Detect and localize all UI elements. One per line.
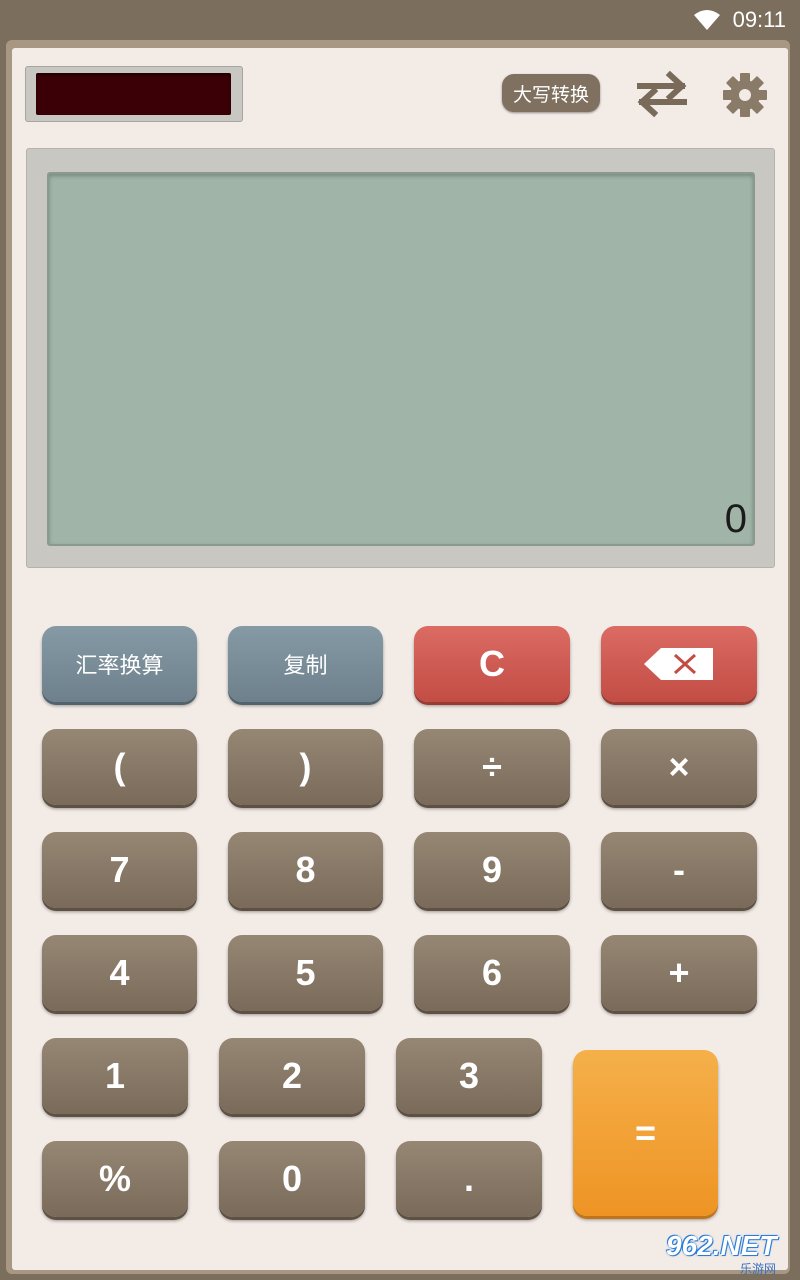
copy-button[interactable]: 复制 xyxy=(228,626,383,702)
currency-convert-button[interactable]: 汇率换算 xyxy=(42,626,197,702)
two-button[interactable]: 2 xyxy=(219,1038,365,1114)
equals-button[interactable]: = xyxy=(573,1050,718,1216)
four-button[interactable]: 4 xyxy=(42,935,197,1011)
five-button[interactable]: 5 xyxy=(228,935,383,1011)
gear-icon[interactable] xyxy=(720,70,770,120)
eight-button[interactable]: 8 xyxy=(228,832,383,908)
left-paren-button[interactable]: ( xyxy=(42,729,197,805)
clear-button[interactable]: C xyxy=(414,626,570,702)
wifi-icon xyxy=(693,10,720,30)
status-time: 09:11 xyxy=(732,7,786,32)
status-bar: 09:11 xyxy=(0,0,800,40)
backspace-icon xyxy=(644,648,713,680)
one-button[interactable]: 1 xyxy=(42,1038,188,1114)
display-panel: 0 xyxy=(26,148,775,568)
minus-button[interactable]: - xyxy=(601,832,757,908)
display-value: 0 xyxy=(724,497,747,541)
decimal-point-button[interactable]: . xyxy=(396,1141,542,1217)
divide-button[interactable]: ÷ xyxy=(414,729,570,805)
swap-arrows-icon[interactable] xyxy=(634,70,690,118)
lcd-screen: 0 xyxy=(47,172,755,546)
watermark: 962.NET 乐游网 xyxy=(666,1230,796,1276)
watermark-text: 962.NET xyxy=(666,1230,777,1261)
backspace-button[interactable] xyxy=(601,626,757,702)
watermark-subtext: 乐游网 xyxy=(740,1262,777,1276)
multiply-button[interactable]: × xyxy=(601,729,757,805)
solar-panel xyxy=(25,66,243,122)
right-paren-button[interactable]: ) xyxy=(228,729,383,805)
three-button[interactable]: 3 xyxy=(396,1038,542,1114)
seven-button[interactable]: 7 xyxy=(42,832,197,908)
six-button[interactable]: 6 xyxy=(414,935,570,1011)
percent-button[interactable]: % xyxy=(42,1141,188,1217)
zero-button[interactable]: 0 xyxy=(219,1141,365,1217)
plus-button[interactable]: + xyxy=(601,935,757,1011)
uppercase-convert-button[interactable]: 大写转换 xyxy=(502,74,600,112)
nine-button[interactable]: 9 xyxy=(414,832,570,908)
